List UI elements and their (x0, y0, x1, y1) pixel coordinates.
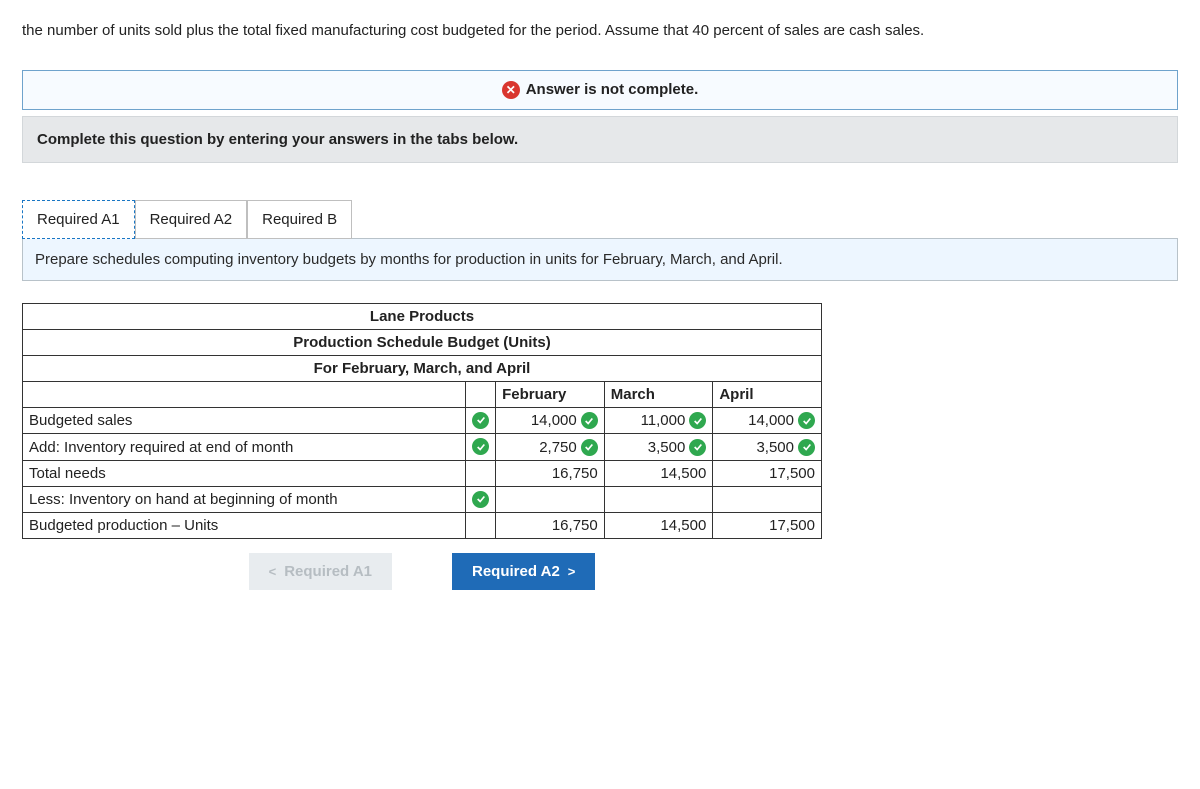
cell-apr[interactable] (713, 486, 822, 513)
check-icon (581, 412, 598, 429)
check-icon (689, 412, 706, 429)
cell-mar[interactable]: 14,500 (604, 513, 713, 539)
row-check (466, 407, 496, 434)
table-title-3: For February, March, and April (23, 355, 822, 381)
check-icon (689, 439, 706, 456)
error-icon: ✕ (502, 81, 520, 99)
cell-apr[interactable]: 17,500 (713, 460, 822, 486)
chevron-left-icon: < (269, 564, 277, 579)
table-title-2: Production Schedule Budget (Units) (23, 329, 822, 355)
cell-feb[interactable]: 2,750 (496, 434, 605, 461)
prev-button-label: Required A1 (284, 563, 372, 580)
cell-feb[interactable]: 16,750 (496, 513, 605, 539)
row-check (466, 434, 496, 461)
status-banner-text: Answer is not complete. (526, 81, 699, 98)
tab-required-a1[interactable]: Required A1 (22, 200, 135, 239)
tab-required-b[interactable]: Required B (247, 200, 352, 239)
tab-required-a2[interactable]: Required A2 (135, 200, 248, 239)
row-check (466, 513, 496, 539)
cell-mar[interactable]: 11,000 (604, 407, 713, 434)
row-label: Less: Inventory on hand at beginning of … (23, 486, 466, 513)
cell-feb[interactable]: 16,750 (496, 460, 605, 486)
cell-feb[interactable]: 14,000 (496, 407, 605, 434)
cell-mar[interactable] (604, 486, 713, 513)
table-row: Budgeted production – Units 16,750 14,50… (23, 513, 822, 539)
col-header-blank (23, 381, 466, 407)
cell-feb[interactable] (496, 486, 605, 513)
table-title-1: Lane Products (23, 303, 822, 329)
check-icon (798, 412, 815, 429)
row-check (466, 460, 496, 486)
col-header-feb: February (496, 381, 605, 407)
check-icon (798, 439, 815, 456)
next-button-label: Required A2 (472, 563, 560, 580)
instruction-bar: Complete this question by entering your … (22, 116, 1178, 163)
status-banner: ✕ Answer is not complete. (22, 70, 1178, 110)
col-header-check (466, 381, 496, 407)
table-row: Total needs 16,750 14,500 17,500 (23, 460, 822, 486)
row-label: Budgeted sales (23, 407, 466, 434)
table-row: Add: Inventory required at end of month … (23, 434, 822, 461)
row-label: Add: Inventory required at end of month (23, 434, 466, 461)
cell-mar[interactable]: 3,500 (604, 434, 713, 461)
check-icon (472, 491, 489, 508)
cell-apr[interactable]: 17,500 (713, 513, 822, 539)
intro-text: the number of units sold plus the total … (22, 20, 1178, 42)
prev-button: < Required A1 (249, 553, 392, 590)
row-label: Budgeted production – Units (23, 513, 466, 539)
row-label: Total needs (23, 460, 466, 486)
next-button[interactable]: Required A2 > (452, 553, 595, 590)
chevron-right-icon: > (568, 564, 576, 579)
nav-buttons: < Required A1 Required A2 > (22, 553, 822, 590)
cell-apr[interactable]: 14,000 (713, 407, 822, 434)
check-icon (472, 438, 489, 455)
table-row: Less: Inventory on hand at beginning of … (23, 486, 822, 513)
cell-apr[interactable]: 3,500 (713, 434, 822, 461)
budget-table: Lane Products Production Schedule Budget… (22, 303, 822, 540)
row-check (466, 486, 496, 513)
col-header-apr: April (713, 381, 822, 407)
tabs-row: Required A1 Required A2 Required B (22, 199, 1178, 238)
check-icon (472, 412, 489, 429)
check-icon (581, 439, 598, 456)
prompt-panel: Prepare schedules computing inventory bu… (22, 238, 1178, 281)
table-row: Budgeted sales 14,000 11,000 14,000 (23, 407, 822, 434)
cell-mar[interactable]: 14,500 (604, 460, 713, 486)
col-header-mar: March (604, 381, 713, 407)
